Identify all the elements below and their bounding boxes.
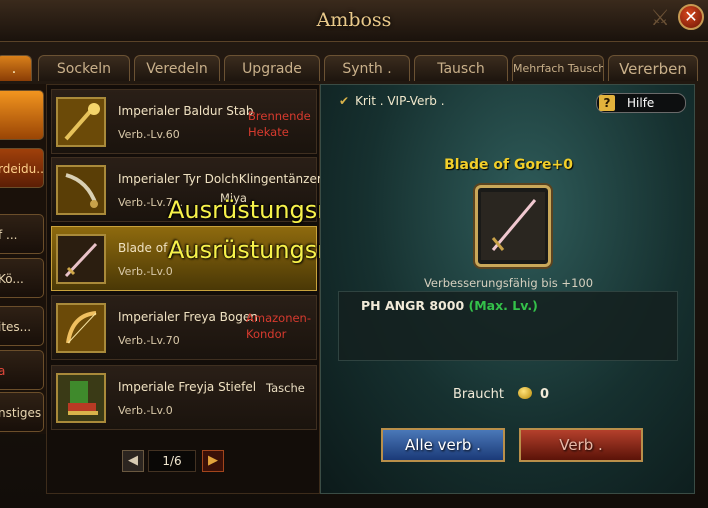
tab-upgrade[interactable]: Upgrade [224, 55, 320, 81]
category-sidebar: rdeidu.. f ... Kö... ites... a nstiges [0, 84, 46, 434]
stat-line: PH ANGR 8000 (Max. Lv.) [361, 298, 538, 313]
item-tag: Brennende Hekate [248, 109, 311, 139]
sidebar-item-ko[interactable]: Kö... [0, 258, 44, 298]
sidebar-item-a[interactable]: a [0, 350, 44, 390]
bow-icon [56, 303, 106, 353]
item-name: Imperialer Baldur Stab [118, 104, 254, 118]
enhance-button[interactable]: Verb . [519, 428, 643, 462]
dagger-icon [56, 165, 106, 215]
help-label: Hilfe [627, 96, 655, 110]
item-name: Imperialer Tyr DolchKlingentänzerin [118, 172, 333, 186]
item-level: Verb.-Lv.70 [118, 334, 180, 347]
crossed-swords-icon: ⚔ [650, 6, 670, 31]
upgrade-hint: Verbesserungsfähig bis +100 [423, 276, 594, 290]
list-item[interactable]: Imperialer Freya Bogen Verb.-Lv.70 Amazo… [51, 295, 317, 360]
help-button[interactable]: ? Hilfe [596, 93, 686, 113]
close-button[interactable]: ✕ [678, 4, 704, 30]
enhance-all-button[interactable]: Alle verb . [381, 428, 505, 462]
question-icon: ? [599, 95, 615, 111]
list-item[interactable]: Imperiale Freyja Stiefel Verb.-Lv.0 Tasc… [51, 365, 317, 430]
sword-icon [481, 192, 545, 260]
detail-panel: ✔ Krit . VIP-Verb . ? Hilfe Blade of Gore… [320, 84, 695, 494]
tab-sockeln[interactable]: Sockeln [38, 55, 130, 81]
stat-note: (Max. Lv.) [468, 298, 538, 313]
page-number: 1/6 [148, 450, 196, 472]
stats-box: PH ANGR 8000 (Max. Lv.) [338, 291, 678, 361]
cost-row: Braucht 0 [453, 387, 549, 402]
next-page-button[interactable]: ▶ [202, 450, 224, 472]
item-level: Verb.-Lv.0 [118, 265, 173, 278]
tab-bar: . Sockeln Veredeln Upgrade Synth . Tausc… [0, 55, 708, 81]
item-level: Verb.-Lv.60 [118, 128, 180, 141]
title-bar: Amboss ⚔ ✕ [0, 0, 708, 42]
item-name: Imperialer Freya Bogen [118, 310, 258, 324]
tab-synth[interactable]: Synth . [324, 55, 410, 81]
sword-icon [56, 234, 106, 284]
tab-mehrfach-tausch[interactable]: Mehrfach Tausch [512, 55, 604, 81]
item-list-panel: Imperialer Baldur Stab Verb.-Lv.60 Brenn… [46, 84, 333, 494]
vip-checkbox[interactable]: ✔ Krit . VIP-Verb . [339, 94, 445, 108]
sidebar-item-f[interactable]: f ... [0, 214, 44, 254]
tab-active[interactable]: . [0, 55, 32, 81]
item-name: Imperiale Freyja Stiefel [118, 380, 257, 394]
boots-icon [56, 373, 106, 423]
vip-label: Krit . VIP-Verb . [355, 94, 445, 108]
sidebar-item-ites[interactable]: ites... [0, 306, 44, 346]
tab-tausch[interactable]: Tausch [414, 55, 508, 81]
stat-label: PH ANGR 8000 [361, 298, 465, 313]
cost-value: 0 [539, 387, 549, 402]
cost-label: Braucht [453, 387, 504, 402]
sidebar-item-active[interactable] [0, 90, 44, 140]
item-title: Blade of Gore+0 [444, 157, 573, 173]
item-tag: Amazonen-Kondor [246, 311, 311, 341]
staff-icon [56, 97, 106, 147]
sidebar-item-rdeidu[interactable]: rdeidu.. [0, 148, 44, 188]
item-level: Verb.-Lv.0 [118, 404, 173, 417]
tab-vererben[interactable]: Vererben [608, 55, 698, 81]
checkmark-icon: ✔ [339, 94, 350, 108]
coin-icon [517, 387, 532, 399]
anvil-window: Amboss ⚔ ✕ . Sockeln Veredeln Upgrade Sy… [0, 0, 708, 508]
item-slot[interactable] [475, 185, 551, 267]
pagination: ◀ 1/6 ▶ [118, 450, 228, 474]
prev-page-button[interactable]: ◀ [122, 450, 144, 472]
list-item[interactable]: Imperialer Baldur Stab Verb.-Lv.60 Brenn… [51, 89, 317, 154]
sidebar-item-sonstiges[interactable]: nstiges [0, 392, 44, 432]
window-title: Amboss [316, 9, 392, 31]
tab-veredeln[interactable]: Veredeln [134, 55, 220, 81]
